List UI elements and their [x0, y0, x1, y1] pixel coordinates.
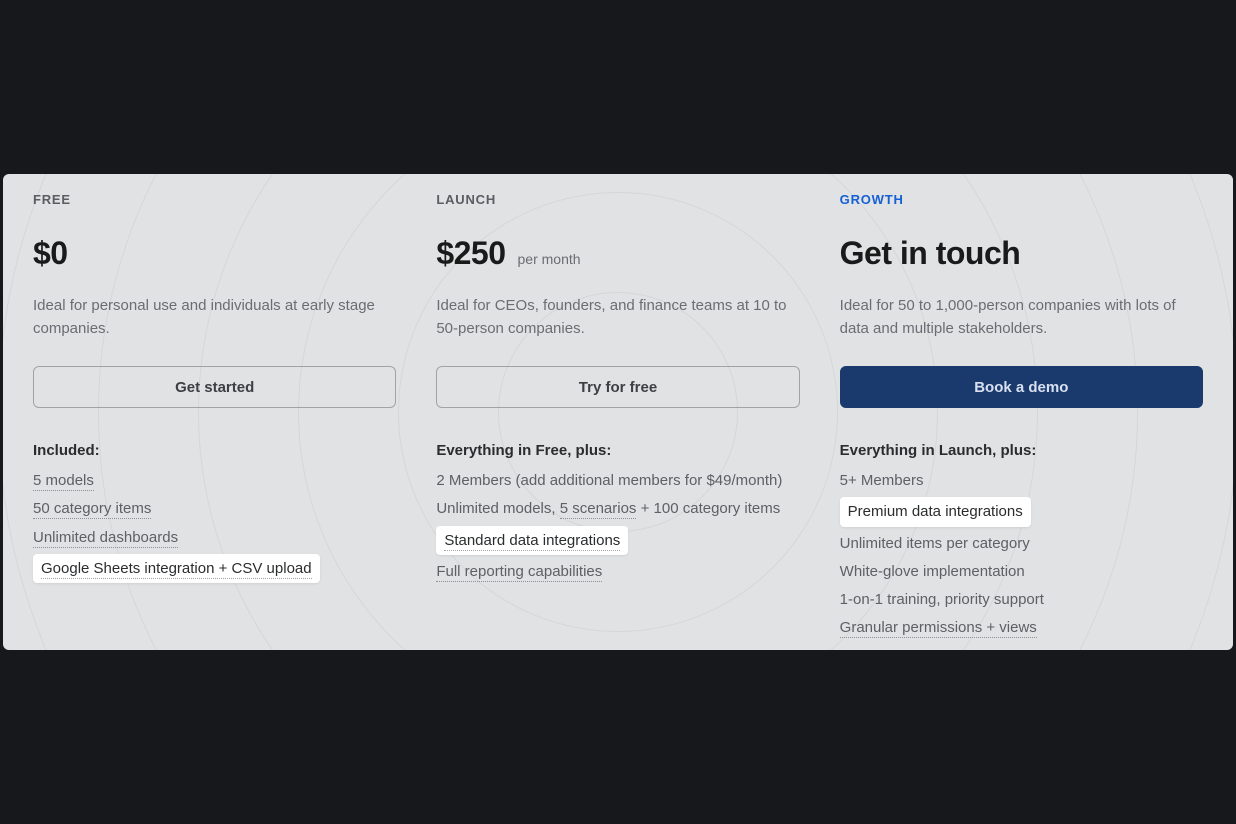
- tier-name: GROWTH: [840, 192, 1203, 207]
- tier-name: LAUNCH: [436, 192, 799, 207]
- feature-text: 5 scenarios: [560, 500, 637, 519]
- feature-item: Standard data integrations: [436, 526, 799, 555]
- feature-item: White-glove implementation: [840, 560, 1203, 583]
- tier-name: FREE: [33, 192, 396, 207]
- price-period: per month: [518, 251, 581, 267]
- pricing-tier-launch: LAUNCH $250 per month Ideal for CEOs, found…: [436, 192, 799, 630]
- features-header: Everything in Free, plus:: [436, 442, 799, 459]
- feature-highlight: Google Sheets integration + CSV upload: [33, 554, 320, 583]
- feature-item: 2 Members (add additional members for $4…: [436, 469, 799, 492]
- feature-highlight: Premium data integrations: [840, 497, 1031, 526]
- features-header: Everything in Launch, plus:: [840, 442, 1203, 459]
- tier-price: Get in touch: [840, 235, 1021, 272]
- feature-text: + 100 category items: [636, 500, 780, 517]
- feature-item: 5+ Members: [840, 469, 1203, 492]
- pricing-section: FREE $0 Ideal for personal use and individ…: [3, 174, 1233, 650]
- feature-text: 5+ Members: [840, 472, 924, 489]
- feature-text: 50 category items: [33, 500, 151, 519]
- feature-highlight: Standard data integrations: [436, 526, 628, 555]
- feature-text: Unlimited models,: [436, 500, 559, 517]
- features-list: 5+ Members Premium data integrations Unlim…: [840, 469, 1203, 650]
- feature-item: Unlimited models, 5 scenarios + 100 cate…: [436, 497, 799, 520]
- feature-text: Google Sheets integration + CSV upload: [41, 560, 312, 579]
- price-row: $250 per month: [436, 235, 799, 272]
- feature-item: Unlimited items per category: [840, 532, 1203, 555]
- price-row: $0: [33, 235, 396, 272]
- cta-button-free[interactable]: Get started: [33, 366, 396, 408]
- feature-text: Premium data integrations: [848, 503, 1023, 520]
- cta-button-launch[interactable]: Try for free: [436, 366, 799, 408]
- feature-item: Granular permissions + views: [840, 616, 1203, 639]
- feature-text: Granular permissions + views: [840, 619, 1037, 638]
- tier-price: $0: [33, 235, 68, 272]
- feature-item: 5 models: [33, 469, 396, 492]
- cta-button-growth[interactable]: Book a demo: [840, 366, 1203, 408]
- pricing-tier-growth: GROWTH Get in touch Ideal for 50 to 1,000-…: [840, 192, 1203, 630]
- feature-text: 5 models: [33, 472, 94, 491]
- features-header: Included:: [33, 442, 396, 459]
- feature-text: Full reporting capabilities: [436, 563, 602, 582]
- feature-text: 2 Members (add additional members for $4…: [436, 472, 782, 489]
- feature-item: 1-on-1 training, priority support: [840, 588, 1203, 611]
- feature-text: White-glove implementation: [840, 563, 1025, 580]
- tier-price: $250: [436, 235, 505, 272]
- feature-item: Google Sheets integration + CSV upload: [33, 554, 396, 583]
- feature-text: Standard data integrations: [444, 532, 620, 551]
- tier-description: Ideal for 50 to 1,000-person companies w…: [840, 294, 1203, 342]
- feature-text: 1-on-1 training, priority support: [840, 591, 1044, 608]
- price-row: Get in touch: [840, 235, 1203, 272]
- pricing-tier-free: FREE $0 Ideal for personal use and individ…: [33, 192, 396, 630]
- feature-item: Premium data integrations: [840, 497, 1203, 526]
- tier-description: Ideal for CEOs, founders, and finance te…: [436, 294, 799, 342]
- feature-item: Unlimited dashboards: [33, 526, 396, 549]
- feature-text: SAML SSO: [840, 648, 916, 651]
- feature-item: 50 category items: [33, 497, 396, 520]
- tier-description: Ideal for personal use and individuals a…: [33, 294, 396, 342]
- feature-item: SAML SSO: [840, 645, 1203, 651]
- feature-text: Unlimited items per category: [840, 535, 1030, 552]
- feature-item: Full reporting capabilities: [436, 560, 799, 583]
- features-list: 2 Members (add additional members for $4…: [436, 469, 799, 583]
- features-list: 5 models 50 category items Unlimited dashb…: [33, 469, 396, 583]
- feature-text: Unlimited dashboards: [33, 529, 178, 548]
